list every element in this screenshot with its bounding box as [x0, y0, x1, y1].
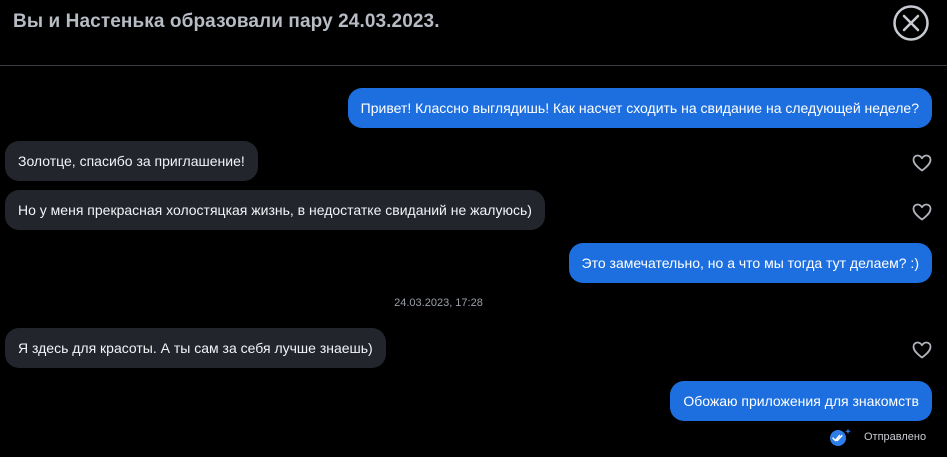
message-text: Это замечательно, но а что мы тогда тут …: [581, 255, 919, 271]
message-outgoing[interactable]: Обожаю приложения для знакомств: [670, 381, 932, 421]
message-incoming[interactable]: Золотце, спасибо за приглашение!: [5, 141, 258, 181]
status-text: Отправлено: [864, 431, 927, 443]
heart-icon: [912, 154, 932, 172]
message-outgoing[interactable]: Это замечательно, но а что мы тогда тут …: [568, 243, 932, 283]
like-button[interactable]: [912, 203, 932, 221]
heart-icon: [912, 341, 932, 359]
message-outgoing[interactable]: Привет! Классно выглядишь! Как насчет сх…: [347, 88, 932, 128]
match-header: Вы и Настенька образовали пару 24.03.202…: [0, 0, 947, 66]
message-incoming[interactable]: Я здесь для красоты. А ты сам за себя лу…: [5, 328, 386, 368]
like-button[interactable]: [912, 154, 932, 172]
message-text: Привет! Классно выглядишь! Как насчет сх…: [360, 100, 919, 116]
message-text: Золотце, спасибо за приглашение!: [18, 153, 245, 169]
like-button[interactable]: [912, 341, 932, 359]
heart-icon: [912, 203, 932, 221]
message-text: Но у меня прекрасная холостяцкая жизнь, …: [18, 202, 532, 218]
message-incoming[interactable]: Но у меня прекрасная холостяцкая жизнь, …: [5, 190, 545, 230]
message-status: Отправлено: [828, 427, 926, 447]
double-check-icon: [830, 428, 851, 446]
close-icon: [893, 5, 929, 41]
page-title: Вы и Настенька образовали пару 24.03.202…: [13, 11, 440, 32]
message-text: Я здесь для красоты. А ты сам за себя лу…: [18, 340, 373, 356]
close-button[interactable]: [892, 4, 930, 42]
message-timestamp: 24.03.2023, 17:28: [394, 297, 483, 309]
message-text: Обожаю приложения для знакомств: [683, 393, 919, 409]
